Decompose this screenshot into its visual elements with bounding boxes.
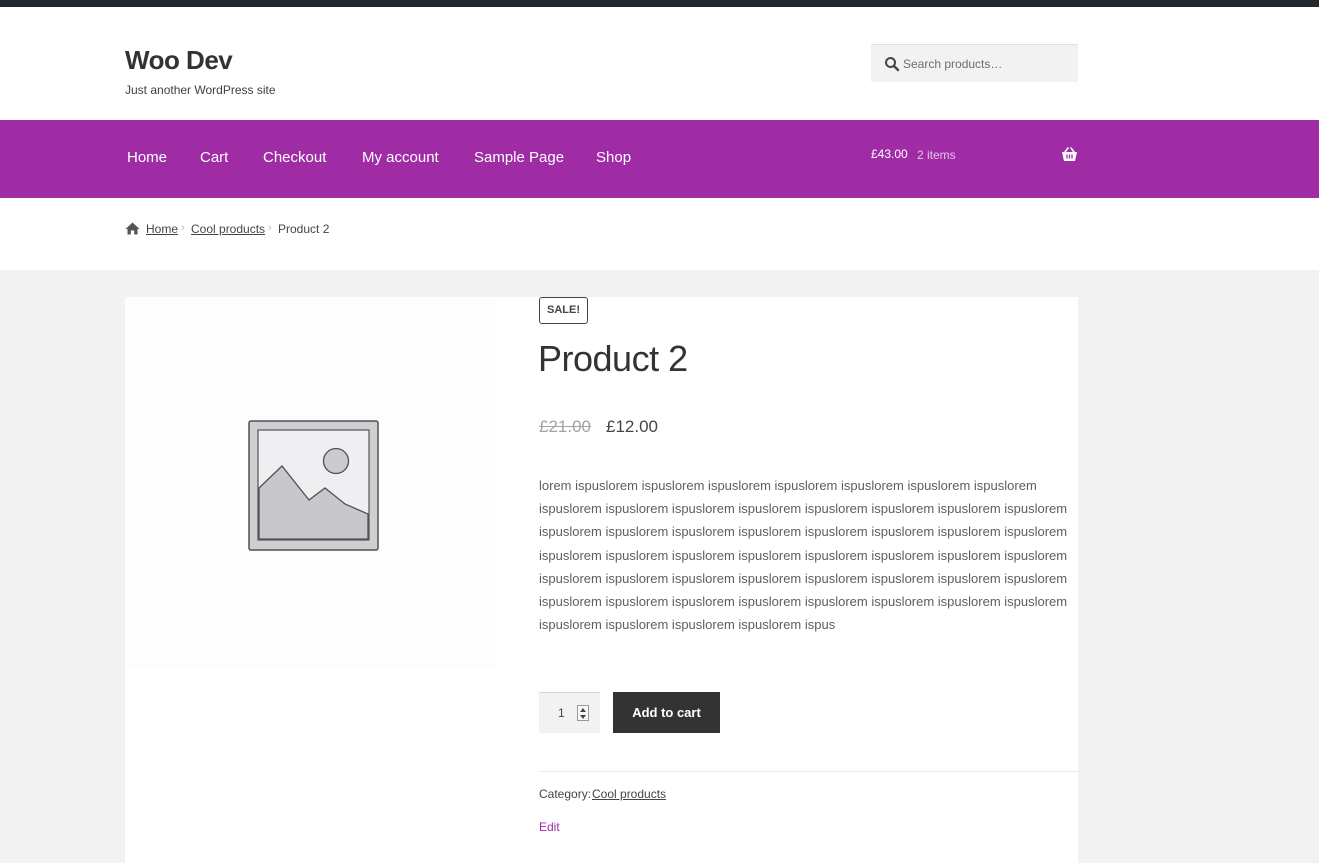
quantity-stepper[interactable]: 1 — [539, 692, 600, 733]
breadcrumb-home-link[interactable]: Home — [146, 222, 178, 236]
admin-bar — [0, 0, 1319, 7]
quantity-spin-buttons[interactable] — [577, 705, 589, 721]
search-input[interactable] — [903, 45, 1073, 82]
primary-navigation: Home Cart Checkout My account Sample Pag… — [0, 120, 1319, 198]
search-icon — [885, 57, 900, 72]
add-to-cart-button[interactable]: Add to cart — [613, 692, 720, 733]
product-search[interactable] — [871, 44, 1078, 82]
breadcrumb-current: Product 2 — [278, 222, 330, 236]
product-short-description: lorem ispuslorem ispuslorem ispuslorem i… — [539, 478, 1068, 633]
cart-total[interactable]: £43.00 — [871, 147, 908, 161]
home-icon — [125, 222, 140, 235]
regular-price: £21.00 — [539, 417, 591, 436]
sale-badge: SALE! — [539, 297, 588, 324]
site-header: Woo Dev Just another WordPress site — [0, 7, 1319, 120]
sale-price: £12.00 — [606, 417, 658, 436]
quantity-value[interactable]: 1 — [558, 706, 565, 720]
site-tagline: Just another WordPress site — [125, 83, 276, 97]
site-title[interactable]: Woo Dev — [125, 45, 233, 76]
nav-item-shop[interactable]: Shop — [596, 149, 631, 166]
breadcrumb: Home › Cool products › Product 2 — [0, 198, 1319, 270]
arrow-down-icon[interactable] — [580, 715, 586, 719]
edit-product-link[interactable]: Edit — [539, 820, 560, 834]
breadcrumb-separator-icon: › — [268, 222, 272, 234]
nav-item-sample-page[interactable]: Sample Page — [474, 149, 564, 166]
basket-icon[interactable] — [1061, 147, 1078, 162]
breadcrumb-separator-icon: › — [181, 222, 185, 234]
category-link[interactable]: Cool products — [592, 787, 666, 801]
category-label: Category: — [539, 787, 592, 801]
breadcrumb-category-link[interactable]: Cool products — [191, 222, 265, 236]
nav-item-my-account[interactable]: My account — [362, 149, 439, 166]
arrow-up-icon[interactable] — [580, 708, 586, 712]
product-title: Product 2 — [538, 338, 688, 379]
divider — [539, 771, 1078, 772]
product-image-placeholder[interactable] — [125, 297, 496, 667]
cart-item-count[interactable]: 2 items — [917, 148, 956, 162]
nav-item-home[interactable]: Home — [127, 149, 167, 166]
nav-item-cart[interactable]: Cart — [200, 149, 228, 166]
image-placeholder-icon — [248, 420, 379, 551]
nav-item-checkout[interactable]: Checkout — [263, 149, 326, 166]
